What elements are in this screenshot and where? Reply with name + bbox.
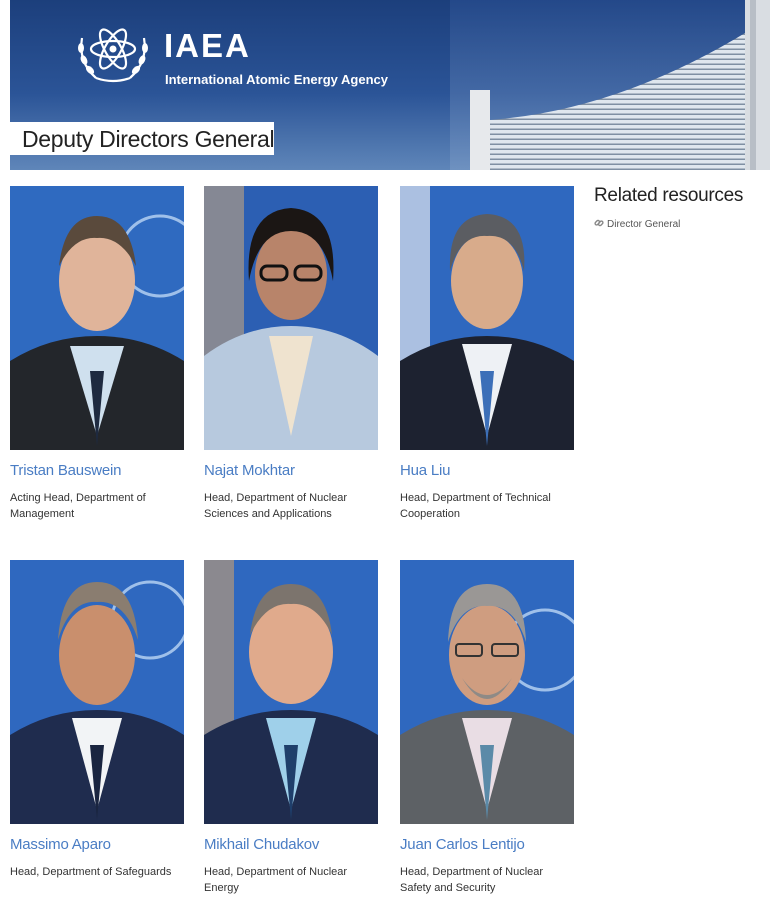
person-card: Mikhail Chudakov Head, Department of Nuc… [204,560,380,896]
logo-wordmark: IAEA [164,27,251,64]
person-name-link[interactable]: Hua Liu [400,462,576,480]
person-name-link[interactable]: Tristan Bauswein [10,462,186,480]
person-card: Tristan Bauswein Acting Head, Department… [10,186,186,522]
atom-laurel-icon [78,28,148,83]
person-name-link[interactable]: Massimo Aparo [10,836,186,854]
person-name-link[interactable]: Juan Carlos Lentijo [400,836,576,854]
sidebar-link-label: Director General [607,219,681,230]
person-card: Massimo Aparo Head, Department of Safegu… [10,560,186,880]
person-photo[interactable] [400,186,574,450]
person-name-link[interactable]: Mikhail Chudakov [204,836,380,854]
person-role: Acting Head, Department of Management [10,492,146,520]
person-name-link[interactable]: Najat Mokhtar [204,462,380,480]
person-role: Head, Department of Nuclear Energy [204,866,348,894]
person-photo[interactable] [204,186,378,450]
person-role: Head, Department of Nuclear Safety and S… [400,866,544,894]
person-card: Juan Carlos Lentijo Head, Department of … [400,560,576,896]
person-role: Head, Department of Technical Cooperatio… [400,492,551,520]
sidebar-link-director-general[interactable]: Director General [594,218,680,230]
person-card: Hua Liu Head, Department of Technical Co… [400,186,576,522]
person-photo[interactable] [204,560,378,824]
headquarters-building-image [450,0,770,170]
person-photo[interactable] [10,560,184,824]
person-role: Head, Department of Nuclear Sciences and… [204,492,348,520]
person-photo[interactable] [10,186,184,450]
logo-subtitle: International Atomic Energy Agency [165,72,388,87]
related-resources-heading: Related resources [594,185,744,206]
iaea-logo[interactable]: IAEA International Atomic Energy Agency [72,18,402,88]
page-title: Deputy Directors General [10,122,275,155]
person-role: Head, Department of Safeguards [10,866,172,878]
link-icon [594,219,604,227]
person-card: Najat Mokhtar Head, Department of Nuclea… [204,186,380,522]
person-photo[interactable] [400,560,574,824]
